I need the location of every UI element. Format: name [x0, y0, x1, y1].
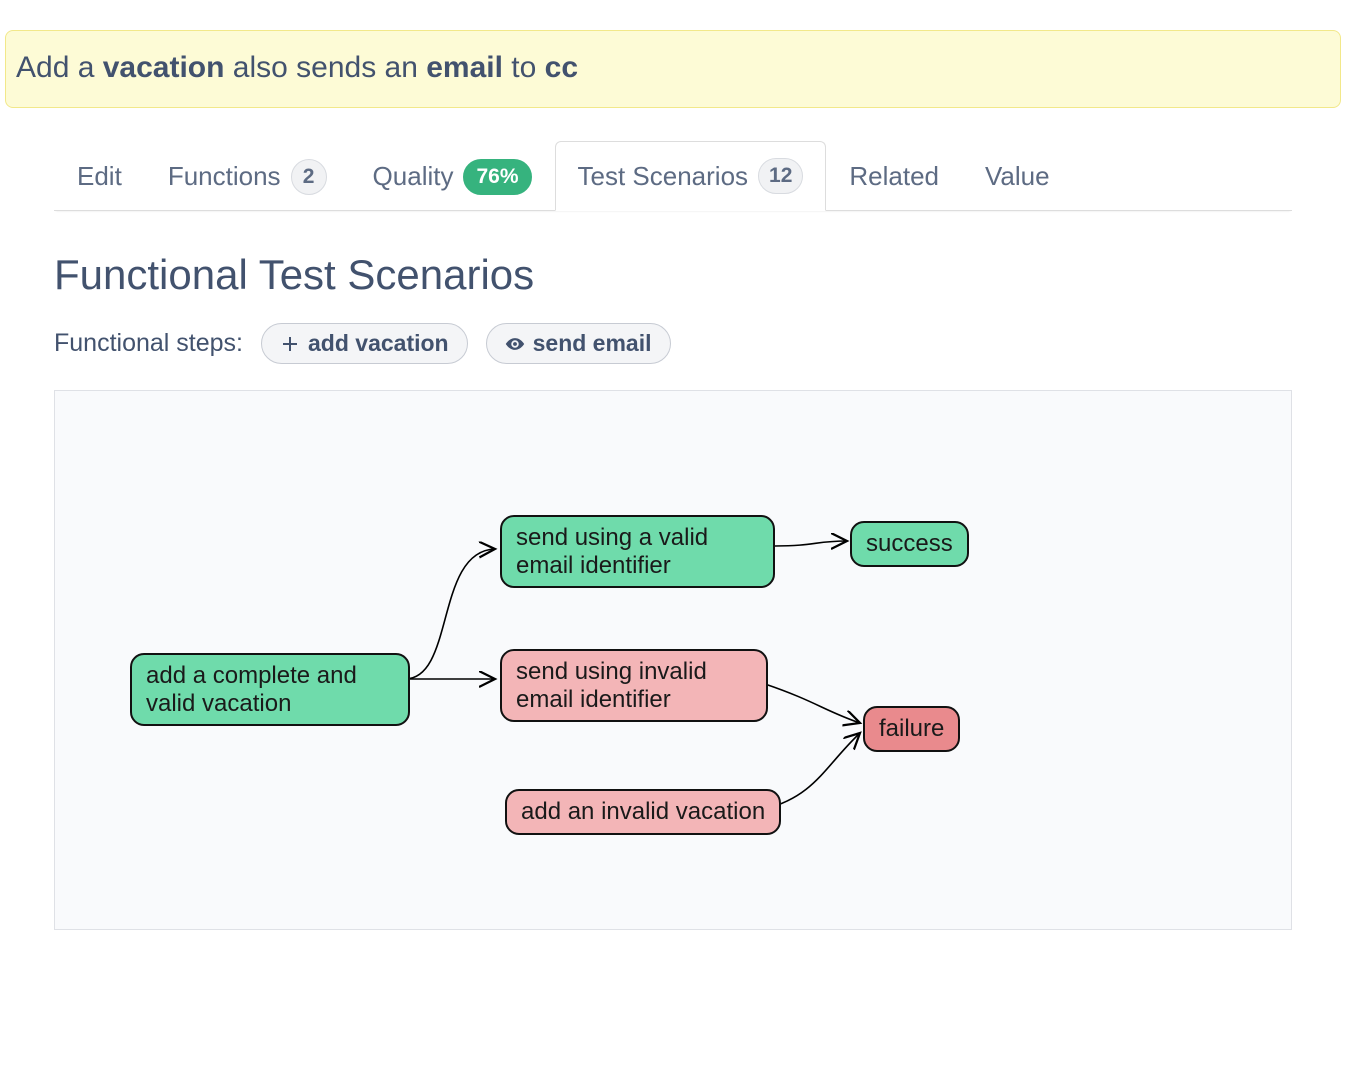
content-area: Functional Test Scenarios Functional ste… [54, 251, 1292, 930]
node-invalid-vacation-label: add an invalid vacation [521, 798, 765, 825]
title-banner: Add a vacation also sends an email to cc [5, 30, 1341, 108]
tab-quality[interactable]: Quality 76% [350, 141, 555, 211]
node-failure-label: failure [879, 715, 944, 742]
chip-add-vacation-label: add vacation [308, 330, 449, 357]
page-title: Functional Test Scenarios [54, 251, 1292, 299]
eye-icon [505, 334, 525, 354]
banner-bold-cc: cc [545, 51, 578, 84]
diagram-canvas[interactable]: add a complete and valid vacation send u… [54, 390, 1292, 930]
node-success-label: success [866, 530, 953, 557]
tab-quality-label: Quality [373, 161, 454, 192]
plus-icon [280, 334, 300, 354]
tabs-container: Edit Functions 2 Quality 76% Test Scenar… [54, 140, 1292, 211]
test-scenarios-count-badge: 12 [758, 158, 803, 194]
chip-send-email[interactable]: send email [486, 323, 671, 364]
functional-steps-label: Functional steps: [54, 329, 243, 358]
tab-test-scenarios[interactable]: Test Scenarios 12 [555, 141, 827, 211]
node-root-label: add a complete and valid vacation [146, 662, 357, 717]
banner-bold-vacation: vacation [103, 51, 225, 84]
tab-value[interactable]: Value [962, 141, 1073, 211]
node-invalid-email-label: send using invalid email identifier [516, 658, 707, 713]
banner-bold-email: email [426, 51, 503, 84]
node-root[interactable]: add a complete and valid vacation [130, 653, 410, 726]
functional-steps-row: Functional steps: add vacation send emai… [54, 323, 1292, 364]
node-invalid-email[interactable]: send using invalid email identifier [500, 649, 768, 722]
tabs-bar: Edit Functions 2 Quality 76% Test Scenar… [54, 140, 1292, 211]
tab-edit-label: Edit [77, 161, 122, 192]
banner-text-mid: also sends an [224, 51, 426, 84]
tab-functions[interactable]: Functions 2 [145, 141, 350, 211]
node-invalid-vacation[interactable]: add an invalid vacation [505, 789, 781, 835]
tab-related-label: Related [849, 161, 939, 192]
node-valid-email-label: send using a valid email identifier [516, 524, 708, 579]
tab-related[interactable]: Related [826, 141, 962, 211]
node-valid-email[interactable]: send using a valid email identifier [500, 515, 775, 588]
node-success[interactable]: success [850, 521, 969, 567]
banner-text-mid2: to [503, 51, 545, 84]
quality-percent-badge: 76% [463, 159, 531, 195]
functions-count-badge: 2 [291, 159, 327, 195]
banner-text-prefix: Add a [16, 51, 103, 84]
chip-add-vacation[interactable]: add vacation [261, 323, 468, 364]
node-failure[interactable]: failure [863, 706, 960, 752]
tab-functions-label: Functions [168, 161, 281, 192]
tab-value-label: Value [985, 161, 1050, 192]
tab-test-scenarios-label: Test Scenarios [578, 161, 749, 192]
chip-send-email-label: send email [533, 330, 652, 357]
tab-edit[interactable]: Edit [54, 141, 145, 211]
